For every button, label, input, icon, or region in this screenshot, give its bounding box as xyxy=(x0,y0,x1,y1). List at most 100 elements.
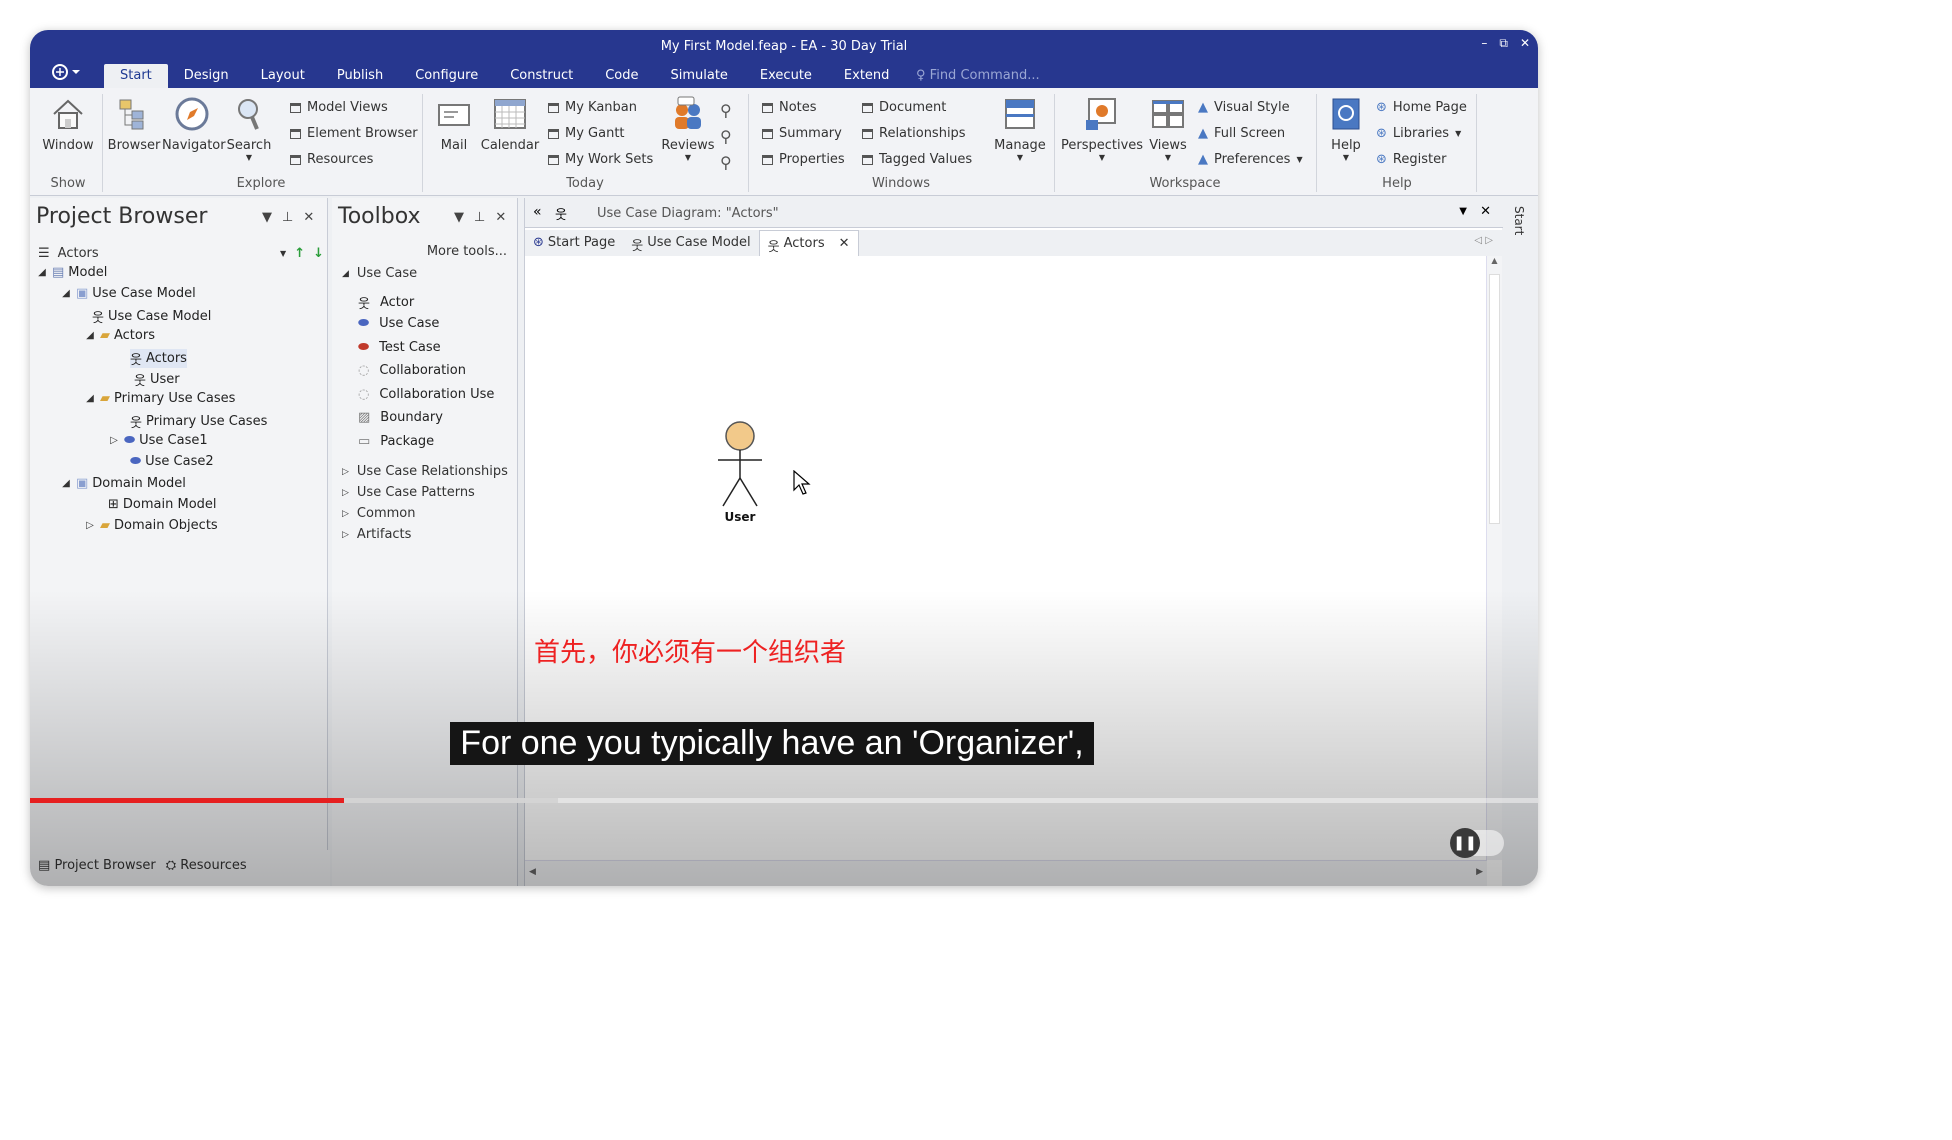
close-icon[interactable]: ✕ xyxy=(1480,204,1491,219)
scroll-up-icon[interactable]: ▲ xyxy=(1487,256,1502,265)
scroll-right-icon[interactable]: ▷ xyxy=(1485,235,1493,246)
preferences-dropdown-icon[interactable]: ▼ xyxy=(1296,155,1302,164)
magnifier-icon[interactable]: ⚲ xyxy=(720,98,732,124)
scroll-right-icon[interactable]: ▶ xyxy=(1476,867,1483,877)
properties-button[interactable]: Properties xyxy=(762,152,845,167)
tree-item[interactable]: ▷ ⬬ Use Case1 xyxy=(108,433,207,448)
my-kanban-button[interactable]: My Kanban xyxy=(548,100,637,115)
expand-arrow[interactable]: ◢ xyxy=(84,330,96,341)
toolbox-item-boundary[interactable]: ▨ Boundary xyxy=(358,410,443,425)
tab-configure[interactable]: Configure xyxy=(399,64,494,88)
element-browser-button[interactable]: Element Browser xyxy=(290,126,418,141)
tagged-values-button[interactable]: Tagged Values xyxy=(862,152,972,167)
tab-start[interactable]: Start xyxy=(104,64,168,88)
summary-button[interactable]: Summary xyxy=(762,126,842,141)
restore-button[interactable]: ⧉ xyxy=(1499,36,1508,51)
toolbox-section-relationships[interactable]: ▷ Use Case Relationships xyxy=(342,464,508,479)
dropdown-icon[interactable]: ▼ xyxy=(280,249,286,258)
close-tab-icon[interactable]: ✕ xyxy=(839,236,850,256)
expand-arrow[interactable]: ▷ xyxy=(84,520,96,531)
preferences-button[interactable]: ▲ Preferences ▼ xyxy=(1198,152,1303,167)
pin-icon[interactable]: ⊥ xyxy=(282,210,293,225)
dropdown-icon[interactable]: ▼ xyxy=(1459,206,1467,217)
tree-item[interactable]: 웃 Use Case Model xyxy=(92,307,211,326)
toolbox-section-common[interactable]: ▷ Common xyxy=(342,506,415,521)
close-button[interactable]: ✕ xyxy=(1520,36,1530,51)
expand-arrow[interactable]: ◢ xyxy=(60,478,72,489)
home-page-button[interactable]: ⊛ Home Page xyxy=(1376,100,1467,115)
expand-arrow[interactable]: ▷ xyxy=(108,435,120,446)
tree-item[interactable]: ◢ ▣ Use Case Model xyxy=(60,286,196,301)
tab-code[interactable]: Code xyxy=(589,64,654,88)
tab-use-case-model[interactable]: 웃 Use Case Model xyxy=(623,230,758,256)
close-icon[interactable]: ✕ xyxy=(495,210,506,225)
document-button[interactable]: Document xyxy=(862,100,946,115)
tree-item[interactable]: ▷ ▰ Domain Objects xyxy=(84,518,218,533)
app-menu-icon[interactable] xyxy=(52,63,86,81)
tree-item[interactable]: ⬬ Use Case2 xyxy=(130,454,214,469)
search-button[interactable]: Search ▼ xyxy=(224,96,274,162)
toolbox-section-artifacts[interactable]: ▷ Artifacts xyxy=(342,527,411,542)
tree-item[interactable]: ◢ ▰ Primary Use Cases xyxy=(84,391,235,406)
toolbox-item-package[interactable]: ▭ Package xyxy=(358,434,434,449)
notes-button[interactable]: Notes xyxy=(762,100,817,115)
help-button[interactable]: Help ▼ xyxy=(1324,96,1368,162)
magnifier-icon[interactable]: ⚲ xyxy=(720,150,732,176)
tab-project-browser[interactable]: ▤ Project Browser xyxy=(38,858,156,878)
tab-design[interactable]: Design xyxy=(168,64,245,88)
start-dock-tab[interactable]: Start xyxy=(1512,206,1526,235)
scroll-left-icon[interactable]: ◀ xyxy=(529,867,536,877)
manage-button[interactable]: Manage ▼ xyxy=(988,96,1052,162)
tab-simulate[interactable]: Simulate xyxy=(654,64,743,88)
model-views-button[interactable]: Model Views xyxy=(290,100,388,115)
tree-item[interactable]: 웃 User xyxy=(134,370,180,389)
views-button[interactable]: Views ▼ xyxy=(1146,96,1190,162)
tab-publish[interactable]: Publish xyxy=(321,64,399,88)
tab-layout[interactable]: Layout xyxy=(245,64,321,88)
search-dropdown-icon[interactable]: ▼ xyxy=(224,153,274,162)
close-icon[interactable]: ✕ xyxy=(303,210,314,225)
my-gantt-button[interactable]: My Gantt xyxy=(548,126,625,141)
browser-button[interactable]: Browser xyxy=(106,96,162,153)
help-dropdown-icon[interactable]: ▼ xyxy=(1324,153,1368,162)
toolbox-item-collaboration-use[interactable]: ◌ Collaboration Use xyxy=(358,387,494,402)
dropdown-icon[interactable]: ▼ xyxy=(262,210,272,225)
pause-toggle[interactable]: ❚❚ xyxy=(1450,828,1504,858)
perspectives-button[interactable]: Perspectives ▼ xyxy=(1060,96,1144,162)
reviews-dropdown-icon[interactable]: ▼ xyxy=(658,153,718,162)
toolbox-item-actor[interactable]: 웃 Actor xyxy=(358,293,414,312)
vertical-scrollbar[interactable]: ▲ xyxy=(1486,256,1502,860)
manage-dropdown-icon[interactable]: ▼ xyxy=(988,153,1052,162)
calendar-button[interactable]: Calendar xyxy=(480,96,540,153)
libraries-dropdown-icon[interactable]: ▼ xyxy=(1455,129,1461,138)
toolbox-section-patterns[interactable]: ▷ Use Case Patterns xyxy=(342,485,475,500)
tab-construct[interactable]: Construct xyxy=(494,64,589,88)
relationships-button[interactable]: Relationships xyxy=(862,126,966,141)
toolbox-item-use-case[interactable]: ⬬ Use Case xyxy=(358,316,439,331)
mail-button[interactable]: Mail xyxy=(430,96,478,153)
dropdown-icon[interactable]: ▼ xyxy=(454,210,464,225)
views-dropdown-icon[interactable]: ▼ xyxy=(1146,153,1190,162)
collapse-left-icon[interactable]: « xyxy=(533,204,542,220)
toolbox-section-use-case[interactable]: ◢ Use Case xyxy=(342,266,417,281)
minimize-button[interactable]: – xyxy=(1481,36,1487,51)
tree-item[interactable]: ⊞ Domain Model xyxy=(108,497,217,512)
scroll-thumb[interactable] xyxy=(1489,274,1500,524)
tab-resources[interactable]: ⛭ Resources xyxy=(166,858,247,878)
tab-execute[interactable]: Execute xyxy=(744,64,828,88)
resources-button[interactable]: Resources xyxy=(290,152,373,167)
tree-item[interactable]: ◢ ▤ Model xyxy=(36,265,107,280)
libraries-button[interactable]: ⊛ Libraries ▼ xyxy=(1376,126,1461,141)
tab-extend[interactable]: Extend xyxy=(828,64,906,88)
tree-item[interactable]: ◢ ▰ Actors xyxy=(84,328,155,343)
navigator-button[interactable]: Navigator xyxy=(162,96,226,153)
video-progress-bar[interactable] xyxy=(30,798,1538,803)
visual-style-button[interactable]: ▲ Visual Style xyxy=(1198,100,1290,115)
full-screen-button[interactable]: ▲ Full Screen xyxy=(1198,126,1285,141)
expand-arrow[interactable]: ◢ xyxy=(60,288,72,299)
magnifier-icon[interactable]: ⚲ xyxy=(720,124,732,150)
tree-item[interactable]: 웃 Primary Use Cases xyxy=(130,412,267,431)
tab-start-page[interactable]: ⊛ Start Page xyxy=(525,230,623,256)
expand-arrow[interactable]: ◢ xyxy=(36,267,48,278)
actor-user[interactable]: User xyxy=(715,420,765,524)
